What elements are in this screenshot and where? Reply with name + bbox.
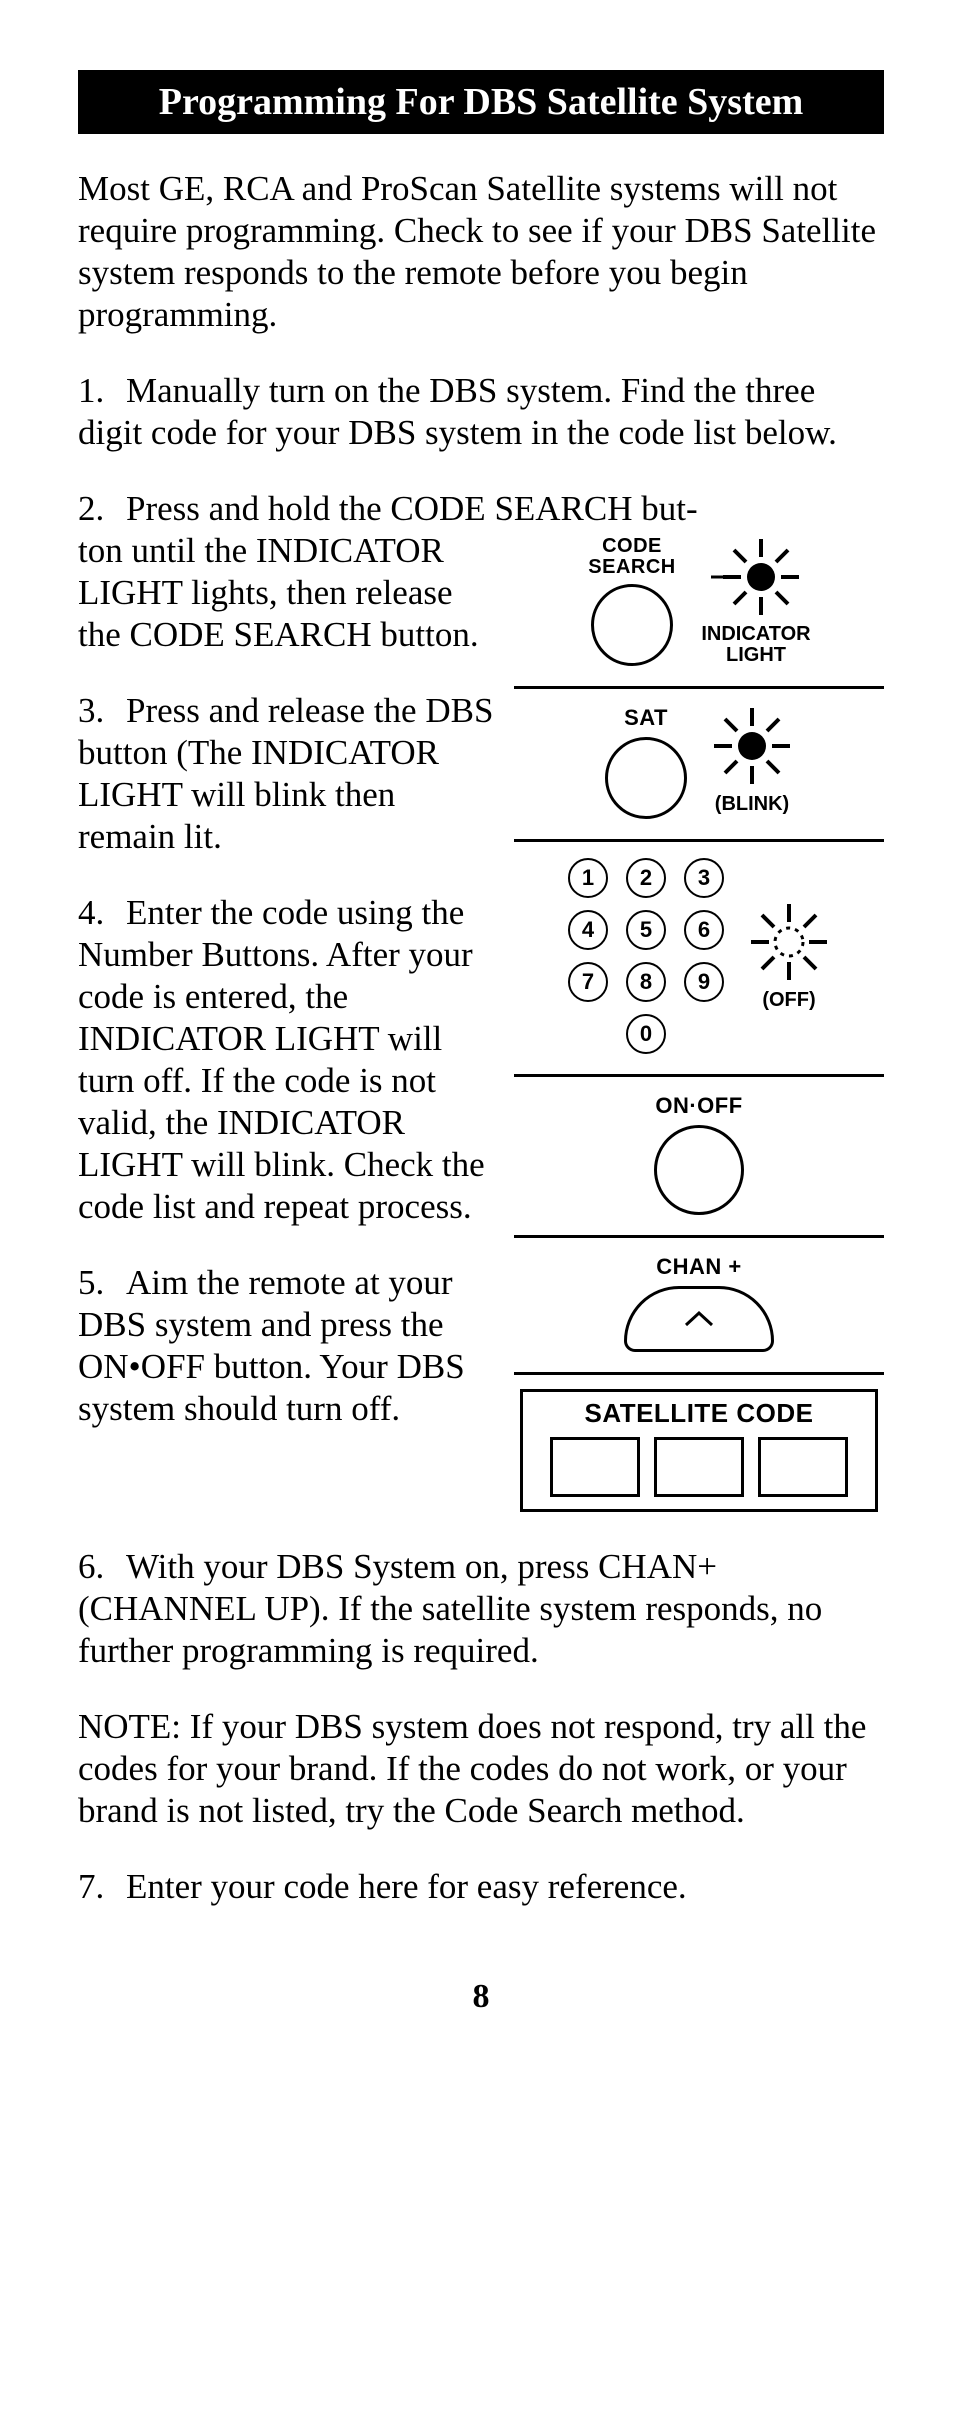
step-num-7: 7.: [78, 1866, 126, 1908]
note-text: NOTE: If your DBS system does not respon…: [78, 1706, 884, 1832]
step-3-text: Press and release the DBS button (The IN…: [78, 691, 493, 856]
step-3: 3.Press and release the DBS button (The …: [78, 690, 494, 858]
step-1: 1.Manually turn on the DBS system. Find …: [78, 370, 884, 454]
satellite-code-title: SATELLITE CODE: [533, 1398, 865, 1429]
off-label: (OFF): [762, 989, 815, 1012]
key-0[interactable]: 0: [626, 1014, 666, 1054]
step-4: 4.Enter the code using the Number Button…: [78, 892, 494, 1228]
step-6-text: With your DBS System on, press CHAN+ (CH…: [78, 1547, 822, 1670]
key-3[interactable]: 3: [684, 858, 724, 898]
diagram-column: CODE SEARCH INDICATOR LIGHT: [514, 520, 884, 1512]
chevron-up-icon: [684, 1310, 714, 1328]
intro-text: Most GE, RCA and ProScan Satellite syste…: [78, 168, 884, 336]
panel-keypad: 1 2 3 4 5 6 7 8 9 0 (OFF): [514, 842, 884, 1077]
step-num-4: 4.: [78, 892, 126, 934]
page-title: Programming For DBS Satellite System: [78, 70, 884, 134]
panel-chan: CHAN +: [514, 1238, 884, 1375]
indicator-light-off-icon: [748, 901, 830, 983]
step-6: 6.With your DBS System on, press CHAN+ (…: [78, 1546, 884, 1672]
step-7-text: Enter your code here for easy reference.: [126, 1867, 687, 1906]
step-1-text: Manually turn on the DBS system. Find th…: [78, 371, 837, 452]
key-6[interactable]: 6: [684, 910, 724, 950]
code-search-label: CODE SEARCH: [587, 536, 677, 578]
chan-plus-button[interactable]: [624, 1286, 774, 1352]
code-digit-2[interactable]: [654, 1437, 744, 1497]
satellite-code-box: SATELLITE CODE: [520, 1389, 878, 1512]
step-5-text: Aim the remote at your DBS system and pr…: [78, 1263, 465, 1428]
onoff-label: ON·OFF: [655, 1093, 742, 1119]
panel-sat: SAT (BLINK): [514, 689, 884, 842]
page-number: 8: [78, 1978, 884, 2016]
step-4-text: Enter the code using the Number Buttons.…: [78, 893, 485, 1226]
indicator-light-blink-icon: [711, 705, 793, 787]
step-2-cont: ton until the INDICATOR LIGHT lights, th…: [78, 530, 494, 656]
step-num-1: 1.: [78, 370, 126, 412]
onoff-button[interactable]: [654, 1125, 744, 1215]
key-9[interactable]: 9: [684, 962, 724, 1002]
code-digit-3[interactable]: [758, 1437, 848, 1497]
number-keypad: 1 2 3 4 5 6 7 8 9 0: [568, 858, 724, 1054]
key-2[interactable]: 2: [626, 858, 666, 898]
code-digit-1[interactable]: [550, 1437, 640, 1497]
key-1[interactable]: 1: [568, 858, 608, 898]
indicator-light-label: INDICATOR LIGHT: [701, 624, 811, 666]
step-7: 7.Enter your code here for easy referenc…: [78, 1866, 884, 1908]
panel-onoff: ON·OFF: [514, 1077, 884, 1238]
step-num-3: 3.: [78, 690, 126, 732]
step-5: 5.Aim the remote at your DBS system and …: [78, 1262, 494, 1430]
step-num-6: 6.: [78, 1546, 126, 1588]
key-8[interactable]: 8: [626, 962, 666, 1002]
step-num-5: 5.: [78, 1262, 126, 1304]
panel-code-search: CODE SEARCH INDICATOR LIGHT: [514, 520, 884, 689]
chan-label: CHAN +: [656, 1254, 742, 1280]
step-num-2: 2.: [78, 488, 126, 530]
key-4[interactable]: 4: [568, 910, 608, 950]
key-5[interactable]: 5: [626, 910, 666, 950]
key-7[interactable]: 7: [568, 962, 608, 1002]
code-search-button[interactable]: [591, 584, 673, 666]
indicator-light-on-icon: [711, 536, 801, 618]
sat-label: SAT: [624, 705, 668, 731]
sat-button[interactable]: [605, 737, 687, 819]
blink-label: (BLINK): [715, 793, 789, 816]
